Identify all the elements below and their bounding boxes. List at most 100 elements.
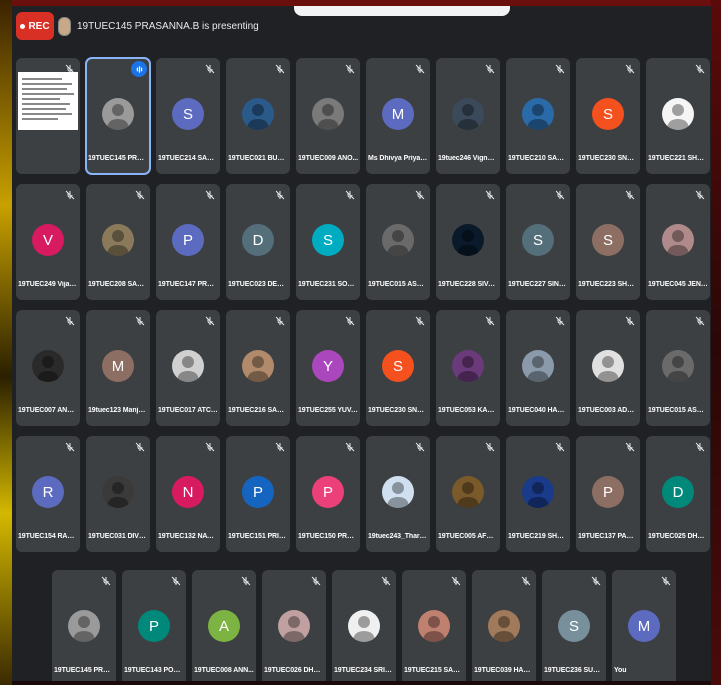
screen-share-tile[interactable] xyxy=(16,58,80,174)
participant-tile[interactable]: P 19TUEC143 POOJ... xyxy=(122,570,186,681)
participant-tile[interactable]: S 19TUEC230 SNEH... xyxy=(366,310,430,426)
avatar-initial: S xyxy=(382,350,414,382)
participant-name: 19tuec243_Tharu... xyxy=(368,533,428,540)
shared-text-line xyxy=(22,108,66,110)
mic-off-icon xyxy=(451,576,461,586)
participant-tile[interactable]: 19TUEC145 PRASA... xyxy=(85,57,151,175)
avatar-photo xyxy=(592,350,624,382)
participant-tile[interactable]: 19TUEC015 ASWI... xyxy=(646,310,710,426)
participant-name: 19TUEC214 SARAN... xyxy=(158,155,218,162)
participant-tile[interactable]: 19TUEC216 SARAT... xyxy=(226,310,290,426)
mic-off-icon xyxy=(695,64,705,74)
participant-name: 19TUEC132 NATRA... xyxy=(158,533,218,540)
participant-tile[interactable]: 19TUEC015 ASWI... xyxy=(366,184,430,300)
participant-tile[interactable]: D 19TUEC023 DEEPI... xyxy=(226,184,290,300)
avatar-photo xyxy=(662,224,694,256)
participant-tile[interactable]: D 19TUEC025 DHAK... xyxy=(646,436,710,552)
participant-name: 19TUEC145 PRASA... xyxy=(54,667,114,674)
participant-tile[interactable]: P 19TUEC147 PRAVE... xyxy=(156,184,220,300)
mic-off-icon xyxy=(275,190,285,200)
presenting-banner[interactable]: 19TUEC145 PRASANNA.B is presenting xyxy=(58,12,259,40)
participant-name: 19TUEC230 SNEH... xyxy=(368,407,428,414)
participant-name: 19TUEC021 BUMIC... xyxy=(228,155,288,162)
participant-name: 19TUEC236 SUBHI... xyxy=(544,667,604,674)
participant-tile[interactable]: 19TUEC040 HARIS... xyxy=(506,310,570,426)
participant-name: 19TUEC053 KART... xyxy=(438,407,498,414)
participant-tile[interactable]: M Ms Dhivya Priya E ... xyxy=(366,58,430,174)
participant-tile[interactable]: P 19TUEC137 PARVI... xyxy=(576,436,640,552)
participant-tile[interactable]: 19TUEC210 SANJA... xyxy=(506,58,570,174)
mic-off-icon xyxy=(485,442,495,452)
mic-off-icon xyxy=(485,190,495,200)
participant-tile[interactable]: M 19tuec123 Manjule... xyxy=(86,310,150,426)
avatar-photo xyxy=(382,224,414,256)
avatar-initial: S xyxy=(558,610,590,642)
participant-tile[interactable]: P 19TUEC151 PRIYA... xyxy=(226,436,290,552)
mic-off-icon xyxy=(275,316,285,326)
mic-off-icon xyxy=(345,190,355,200)
participant-tile[interactable]: 19TUEC053 KART... xyxy=(436,310,500,426)
avatar-photo xyxy=(382,476,414,508)
participant-tile[interactable]: 19TUEC017 ATCHA... xyxy=(156,310,220,426)
avatar-photo xyxy=(522,476,554,508)
avatar-initial: P xyxy=(138,610,170,642)
participant-tile[interactable]: 19TUEC228 SIVANI... xyxy=(436,184,500,300)
participant-tile[interactable]: 19tuec243_Tharu... xyxy=(366,436,430,552)
participant-tile[interactable]: A 19TUEC008 ANN... xyxy=(192,570,256,681)
top-tab-bar[interactable] xyxy=(294,6,510,16)
participant-tile[interactable]: Y 19TUEC255 YUVA... xyxy=(296,310,360,426)
avatar-photo xyxy=(418,610,450,642)
participant-tile[interactable]: S 19TUEC231 SOBIH... xyxy=(296,184,360,300)
participant-tile[interactable]: 19TUEC045 JENIF... xyxy=(646,184,710,300)
mic-off-icon xyxy=(695,190,705,200)
participant-tile[interactable]: P 19TUEC150 PREET... xyxy=(296,436,360,552)
participant-tile[interactable]: 19TUEC031 DIVYA L xyxy=(86,436,150,552)
avatar-photo xyxy=(452,476,484,508)
mic-off-icon xyxy=(275,64,285,74)
avatar-initial: P xyxy=(312,476,344,508)
shared-screen-preview xyxy=(18,72,78,130)
participant-tile[interactable]: V 19TUEC249 Vijaya... xyxy=(16,184,80,300)
participant-tile[interactable]: R 19TUEC154 RAJA ... xyxy=(16,436,80,552)
participant-tile[interactable]: S 19TUEC227 SINDH... xyxy=(506,184,570,300)
participant-tile[interactable]: 19TUEC007 ANBU... xyxy=(16,310,80,426)
participant-tile[interactable]: 19TUEC026 DHAR... xyxy=(262,570,326,681)
recording-label: REC xyxy=(28,20,50,32)
mic-off-icon xyxy=(555,442,565,452)
participant-name: 19TUEC009 ANO... xyxy=(298,155,358,162)
mic-off-icon xyxy=(171,576,181,586)
avatar-initial: D xyxy=(242,224,274,256)
participant-tile[interactable]: S 19TUEC236 SUBHI... xyxy=(542,570,606,681)
participant-tile[interactable]: 19TUEC005 AFRE... xyxy=(436,436,500,552)
avatar-initial: N xyxy=(172,476,204,508)
participant-tile[interactable]: 19TUEC219 SHAN... xyxy=(506,436,570,552)
participant-tile[interactable]: 19TUEC145 PRASA... xyxy=(52,570,116,681)
participant-tile[interactable]: 19TUEC021 BUMIC... xyxy=(226,58,290,174)
participant-name: 19TUEC031 DIVYA L xyxy=(88,533,148,540)
recording-badge[interactable]: REC xyxy=(16,12,54,40)
participant-tile[interactable]: S 19TUEC223 SHREE... xyxy=(576,184,640,300)
participant-tile[interactable]: S 19TUEC230 SNEH... xyxy=(576,58,640,174)
participant-name: 19TUEC249 Vijaya... xyxy=(18,281,78,288)
participant-tile[interactable]: M You xyxy=(612,570,676,681)
mic-off-icon xyxy=(555,316,565,326)
participant-tile[interactable]: 19TUEC215 SARAN... xyxy=(402,570,466,681)
desktop-background-left xyxy=(0,0,12,685)
avatar-photo xyxy=(522,98,554,130)
participant-tile[interactable]: 19tuec246 Vignea... xyxy=(436,58,500,174)
mic-off-icon xyxy=(345,64,355,74)
participant-tile[interactable]: N 19TUEC132 NATRA... xyxy=(156,436,220,552)
participant-name: 19TUEC223 SHREE... xyxy=(578,281,638,288)
participant-tile[interactable]: 19TUEC009 ANO... xyxy=(296,58,360,174)
participant-tile[interactable]: 19TUEC208 SAMU... xyxy=(86,184,150,300)
participant-tile[interactable]: 19TUEC003 ADHA... xyxy=(576,310,640,426)
avatar-initial: S xyxy=(592,98,624,130)
participant-name: 19TUEC150 PREET... xyxy=(298,533,358,540)
participant-tile[interactable]: 19TUEC234 SRIKA... xyxy=(332,570,396,681)
participant-tile[interactable]: 19TUEC039 HARI... xyxy=(472,570,536,681)
mic-off-icon xyxy=(205,316,215,326)
participant-tile[interactable]: 19TUEC221 SHAN... xyxy=(646,58,710,174)
participant-tile[interactable]: S 19TUEC214 SARAN... xyxy=(156,58,220,174)
participant-name: 19TUEC145 PRASA... xyxy=(88,155,148,162)
record-dot-icon xyxy=(20,23,26,29)
